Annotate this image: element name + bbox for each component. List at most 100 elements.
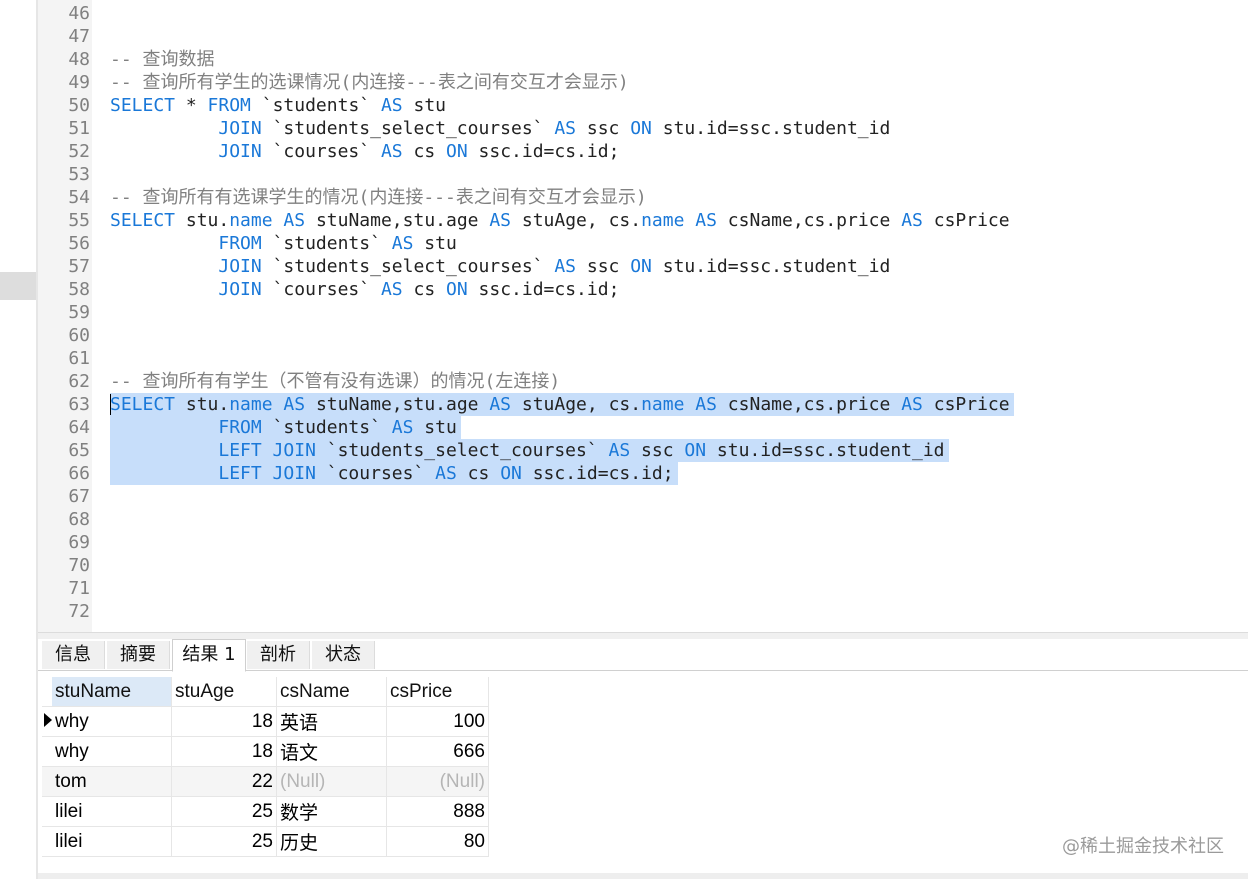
code-line[interactable]: 60: [38, 324, 1248, 347]
code-line[interactable]: 58 JOIN `courses` AS cs ON ssc.id=cs.id;: [38, 278, 1248, 301]
code-line[interactable]: 62 -- 查询所有有学生（不管有没有选课）的情况(左连接): [38, 370, 1248, 393]
cell-csprice[interactable]: 888: [386, 796, 489, 827]
sql-keyword: AS: [283, 210, 306, 231]
column-header-csname[interactable]: csName: [276, 677, 387, 707]
table-row[interactable]: lilei 25 数学 888: [42, 796, 489, 827]
code-line[interactable]: 54 -- 查询所有有选课学生的情况(内连接---表之间有交互才会显示): [38, 186, 1248, 209]
sql-keyword: FROM: [218, 233, 262, 254]
cell-csprice[interactable]: 666: [386, 736, 489, 767]
sql-keyword: AS: [554, 118, 577, 139]
table-row[interactable]: why 18 英语 100: [42, 706, 489, 737]
cell-csname[interactable]: (Null): [276, 766, 387, 797]
line-number: 66: [68, 463, 90, 484]
code-line[interactable]: 59: [38, 301, 1248, 324]
table-row[interactable]: lilei 25 历史 80: [42, 826, 489, 857]
code-line[interactable]: 57 JOIN `students_select_courses` AS ssc…: [38, 255, 1248, 278]
sql-comment: -- 查询所有有学生（不管有没有选课）的情况(左连接): [110, 371, 561, 392]
sql-editor[interactable]: 46 47 48 -- 查询数据 49 -- 查询所有学生的选课情况(内连接---表之间有…: [38, 0, 1248, 632]
cell-csprice[interactable]: 100: [386, 706, 489, 737]
tab-result-1[interactable]: 结果 1: [172, 639, 246, 672]
line-number: 53: [68, 164, 90, 185]
line-number: 63: [68, 394, 90, 415]
sql-keyword: AS: [901, 210, 923, 231]
row-indicator: [42, 796, 52, 827]
line-number: 60: [68, 325, 90, 346]
sql-text: stuAge, cs.: [511, 394, 642, 415]
left-dock-handle[interactable]: [0, 272, 36, 300]
code-line[interactable]: 68: [38, 508, 1248, 531]
cell-stuage[interactable]: 22: [171, 766, 277, 797]
code-line[interactable]: 63 SELECT stu.name AS stuName,stu.age AS …: [38, 393, 1248, 416]
code-line[interactable]: 64 FROM `students` AS stu: [38, 416, 1248, 439]
code-line[interactable]: 46: [38, 2, 1248, 25]
cell-stuage[interactable]: 18: [171, 736, 277, 767]
cell-csprice[interactable]: 80: [386, 826, 489, 857]
line-number: 50: [68, 95, 90, 116]
cell-csname[interactable]: 历史: [276, 826, 387, 857]
code-line[interactable]: 48 -- 查询数据: [38, 48, 1248, 71]
code-line[interactable]: 69: [38, 531, 1248, 554]
sql-keyword: AS: [435, 463, 457, 484]
cell-stuname[interactable]: lilei: [52, 796, 172, 827]
sql-keyword: AS: [489, 210, 512, 231]
cell-stuage[interactable]: 25: [171, 826, 277, 857]
column-header-csprice[interactable]: csPrice: [386, 677, 489, 707]
sql-keyword: JOIN: [218, 279, 262, 300]
sql-text: stuName,stu.age: [305, 210, 490, 231]
sql-keyword: AS: [283, 394, 306, 415]
cell-stuage[interactable]: 25: [171, 796, 277, 827]
code-line[interactable]: 67: [38, 485, 1248, 508]
cell-stuage[interactable]: 18: [171, 706, 277, 737]
sql-keyword: AS: [391, 233, 414, 254]
code-line[interactable]: 71: [38, 577, 1248, 600]
code-line[interactable]: 50 SELECT * FROM `students` AS stu: [38, 94, 1248, 117]
cell-stuname[interactable]: why: [52, 706, 172, 737]
code-line[interactable]: 72: [38, 600, 1248, 623]
code-line[interactable]: 66 LEFT JOIN `courses` AS cs ON ssc.id=c…: [38, 462, 1248, 485]
cell-csname[interactable]: 数学: [276, 796, 387, 827]
column-header-stuname[interactable]: stuName: [52, 677, 172, 707]
tab-status[interactable]: 状态: [312, 641, 375, 669]
code-text: -- 查询所有有选课学生的情况(内连接---表之间有交互才会显示): [110, 186, 647, 209]
sql-text: stu: [413, 233, 457, 254]
cell-stuname[interactable]: tom: [52, 766, 172, 797]
sql-keyword: ON: [500, 463, 522, 484]
table-row[interactable]: why 18 语文 666: [42, 736, 489, 767]
line-number: 72: [68, 601, 90, 622]
tab-summary[interactable]: 摘要: [107, 641, 170, 669]
code-line[interactable]: 53: [38, 163, 1248, 186]
code-line[interactable]: 52 JOIN `courses` AS cs ON ssc.id=cs.id;: [38, 140, 1248, 163]
cell-stuname[interactable]: why: [52, 736, 172, 767]
tab-info[interactable]: 信息: [42, 641, 105, 669]
cell-csname[interactable]: 英语: [276, 706, 387, 737]
code-line[interactable]: 70: [38, 554, 1248, 577]
table-row[interactable]: tom 22 (Null) (Null): [42, 766, 489, 797]
sql-text: stu: [402, 95, 446, 116]
tab-profile[interactable]: 剖析: [247, 641, 310, 669]
code-text: -- 查询所有有学生（不管有没有选课）的情况(左连接): [110, 370, 560, 393]
result-grid[interactable]: stuName stuAge csName csPrice why 18 英语 100 why 1…: [42, 677, 489, 857]
line-number: 54: [68, 187, 90, 208]
cell-stuname[interactable]: lilei: [52, 826, 172, 857]
code-line[interactable]: 55 SELECT stu.name AS stuName,stu.age AS …: [38, 209, 1248, 232]
sql-keyword: AS: [489, 394, 512, 415]
code-line[interactable]: 49 -- 查询所有学生的选课情况(内连接---表之间有交互才会显示): [38, 71, 1248, 94]
sql-keyword: ON: [446, 141, 468, 162]
sql-text: `students_select_courses`: [261, 118, 555, 139]
code-line[interactable]: 65 LEFT JOIN `students_select_courses` A…: [38, 439, 1248, 462]
code-line[interactable]: 61: [38, 347, 1248, 370]
line-number: 70: [68, 555, 90, 576]
code-line[interactable]: 56 FROM `students` AS stu: [38, 232, 1248, 255]
sql-text: ssc.id=cs.id;: [467, 279, 620, 300]
code-line[interactable]: 51 JOIN `students_select_courses` AS ssc…: [38, 117, 1248, 140]
cell-csprice[interactable]: (Null): [386, 766, 489, 797]
panel-splitter[interactable]: [38, 632, 1248, 639]
code-text: JOIN `students_select_courses` AS ssc ON…: [110, 255, 890, 278]
code-line[interactable]: 47: [38, 25, 1248, 48]
line-number: 61: [68, 348, 90, 369]
panel-bottom-border: [38, 873, 1248, 879]
cell-csname[interactable]: 语文: [276, 736, 387, 767]
column-header-stuage[interactable]: stuAge: [171, 677, 277, 707]
sql-keyword: ON: [630, 118, 652, 139]
